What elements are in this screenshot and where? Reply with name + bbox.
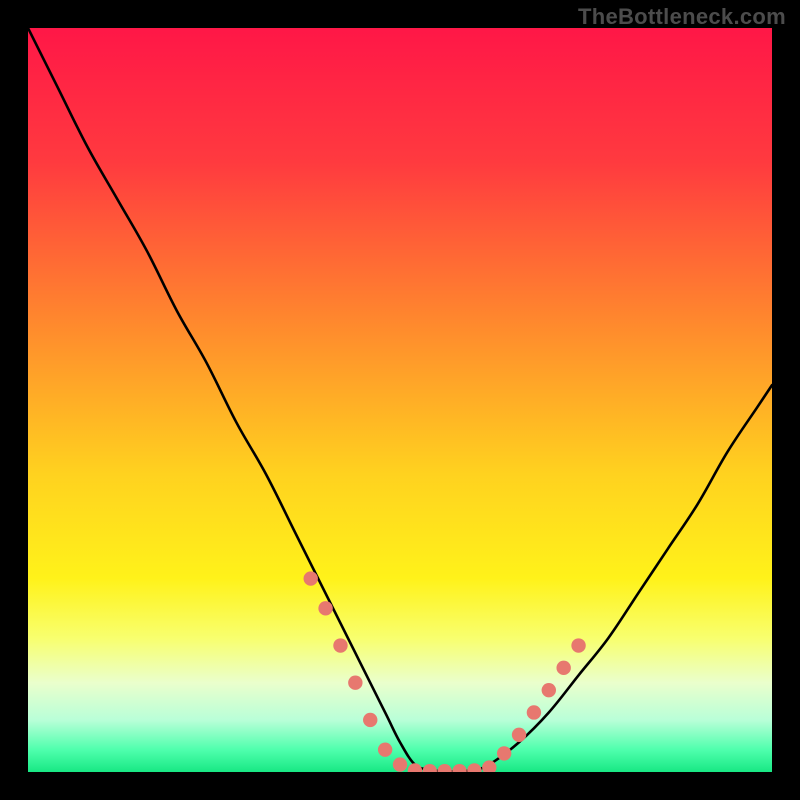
chart-container: TheBottleneck.com xyxy=(0,0,800,800)
plot-area xyxy=(28,28,772,772)
chart-svg xyxy=(28,28,772,772)
watermark-text: TheBottleneck.com xyxy=(578,4,786,30)
